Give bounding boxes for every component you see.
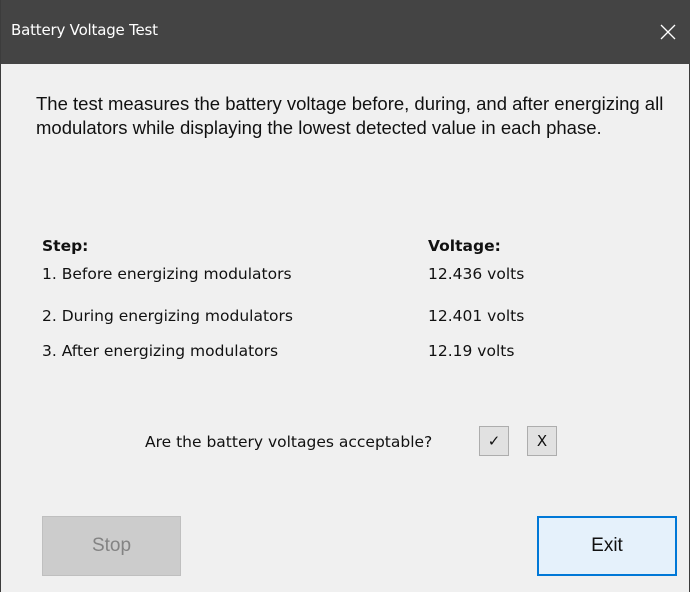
table-row: 2. During energizing modulators 12.401 v… [42,302,582,330]
title-bar: Battery Voltage Test [1,0,690,64]
table-row: 3. After energizing modulators 12.19 vol… [42,337,582,365]
step-label: 3. After energizing modulators [42,342,279,360]
test-description: The test measures the battery voltage be… [36,93,664,138]
accept-button[interactable]: ✓ [479,426,509,456]
close-button[interactable] [645,0,690,64]
table-row: 1. Before energizing modulators 12.436 v… [42,260,582,288]
step-column-header: Step: [42,237,89,255]
stop-button[interactable]: Stop [42,516,181,576]
voltage-value: 12.19 volts [428,342,515,360]
table-header-row: Step: Voltage: [42,232,582,260]
voltage-column-header: Voltage: [428,237,501,255]
battery-voltage-test-dialog: Battery Voltage Test The test measures t… [0,0,690,592]
voltage-value: 12.401 volts [428,307,525,325]
acceptance-question: Are the battery voltages acceptable? ✓ X [1,426,690,458]
step-label: 1. Before energizing modulators [42,265,292,283]
close-icon [660,24,676,40]
step-label: 2. During energizing modulators [42,307,293,325]
window-title: Battery Voltage Test [11,21,158,39]
exit-button[interactable]: Exit [537,516,677,576]
reject-button[interactable]: X [527,426,557,456]
voltage-value: 12.436 volts [428,265,525,283]
acceptance-question-text: Are the battery voltages acceptable? [145,433,433,451]
